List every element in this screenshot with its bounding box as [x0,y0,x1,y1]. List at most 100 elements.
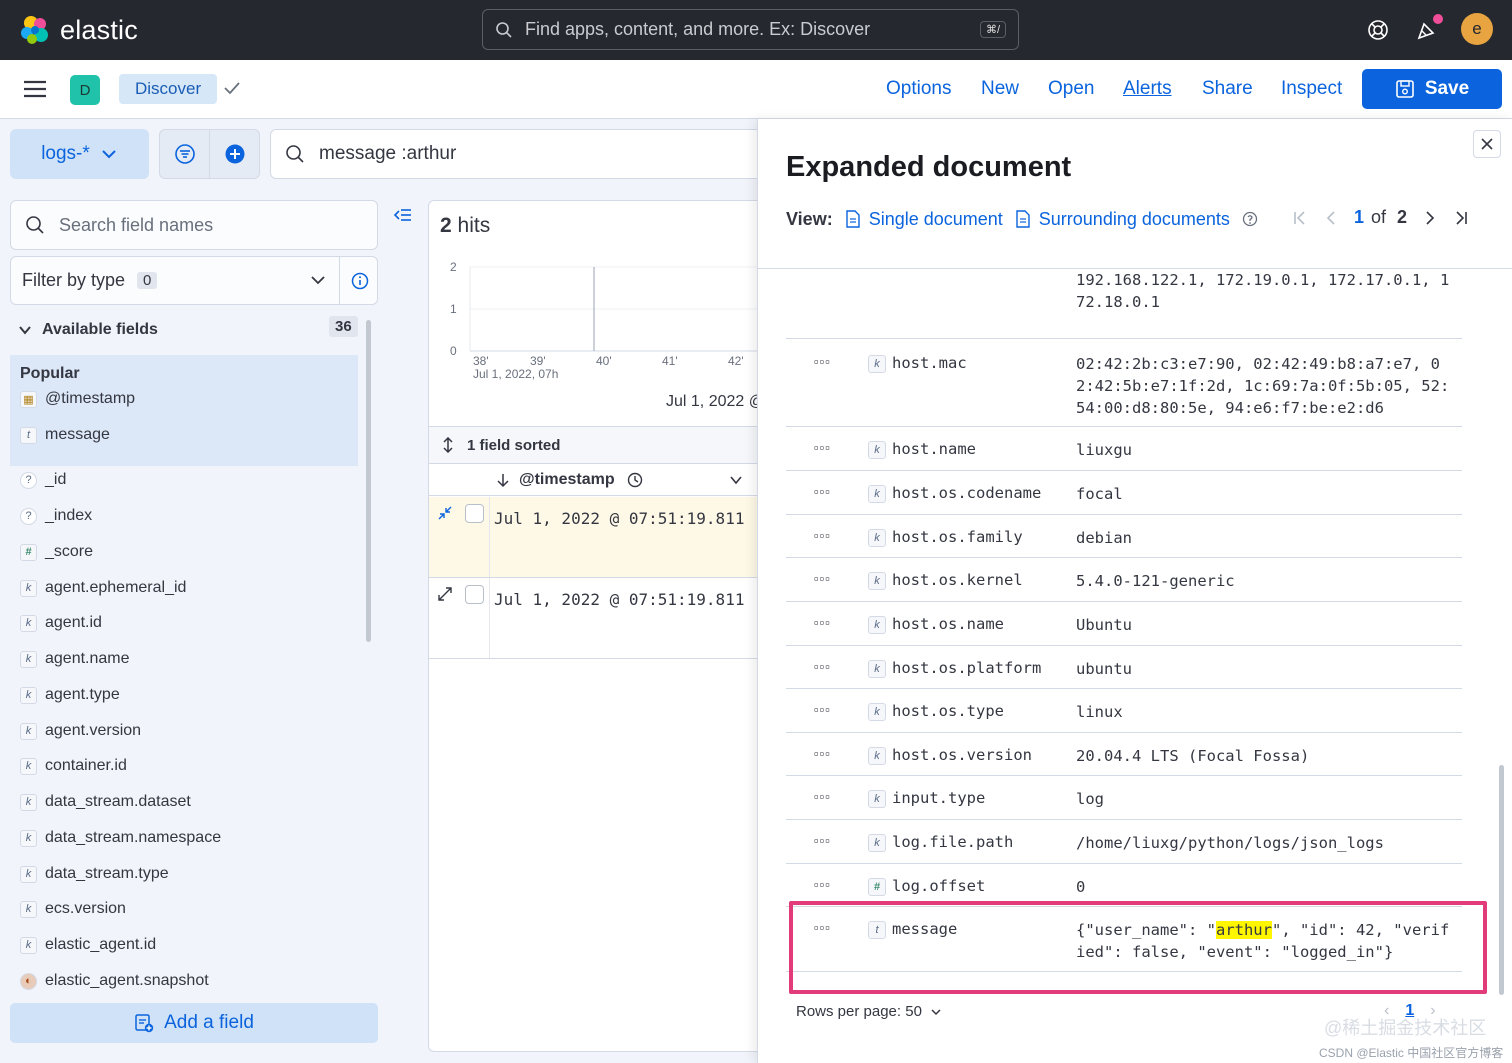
chevron-down-icon[interactable] [729,473,743,487]
elastic-logo[interactable]: elastic [18,12,138,48]
open-link[interactable]: Open [1048,78,1094,100]
next-page-icon[interactable] [1422,210,1438,226]
keyword-field-icon: k [20,793,37,811]
row-actions-icon[interactable]: ▫▫▫ [814,615,831,630]
close-flyout-button[interactable] [1473,130,1501,158]
row-checkbox[interactable] [465,504,484,523]
sort-fields-button[interactable]: 1 field sorted [429,426,757,464]
row-actions-icon[interactable]: ▫▫▫ [814,659,831,674]
field-item[interactable]: k agent.id [20,610,102,636]
available-fields-toggle[interactable]: Available fields 36 [18,316,358,342]
document-field-row[interactable]: ▫▫▫ k host.name liuxgu [786,427,1462,471]
field-item[interactable]: k ecs.version [20,896,126,922]
global-search-input[interactable]: Find apps, content, and more. Ex: Discov… [482,9,1019,50]
document-field-row[interactable]: ▫▫▫ k host.os.version 20.04.4 LTS (Focal Fo… [786,733,1462,776]
field-item-message[interactable]: t message [20,422,110,448]
document-field-row[interactable]: ▫▫▫ k host.os.kernel 5.4.0-121-generic [786,558,1462,602]
row-checkbox[interactable] [465,585,484,604]
single-document-link[interactable]: Single document [869,209,1003,230]
saved-query-button[interactable] [160,130,210,178]
row-actions-icon[interactable]: ▫▫▫ [814,484,831,499]
save-button[interactable]: Save [1362,69,1502,109]
field-item[interactable]: k agent.version [20,718,141,744]
sidebar-scrollbar[interactable] [366,320,371,642]
document-field-row[interactable]: ▫▫▫ k host.os.name Ubuntu [786,602,1462,646]
boolean-field-icon: ◐ [20,972,37,990]
collapse-sidebar-icon[interactable] [393,205,413,225]
add-filter-button[interactable] [210,130,259,178]
field-value: 02:42:2b:c3:e7:90, 02:42:49:b8:a7:e7, 02… [1076,355,1450,417]
row-actions-icon[interactable]: ▫▫▫ [814,833,831,848]
search-shortcut-badge: ⌘/ [979,21,1006,38]
field-search-input[interactable]: Search field names [10,200,378,250]
inspect-link[interactable]: Inspect [1281,78,1342,100]
hits-counter: 2 hits [440,214,490,238]
document-field-row[interactable]: ▫▫▫ k host.os.platform ubuntu [786,646,1462,689]
field-item[interactable]: k data_stream.dataset [20,789,191,815]
row-actions-icon[interactable]: ▫▫▫ [814,528,831,543]
field-item[interactable]: ? _id [20,467,66,493]
field-item[interactable]: # _score [20,539,93,565]
first-page-icon[interactable] [1292,210,1308,226]
previous-page-icon[interactable] [1323,210,1339,226]
alerts-link[interactable]: Alerts [1123,78,1172,100]
field-item[interactable]: ? _index [20,503,92,529]
field-item[interactable]: k data_stream.type [20,861,169,887]
row-actions-icon[interactable]: ▫▫▫ [814,354,831,369]
field-item[interactable]: k elastic_agent.id [20,932,156,958]
new-link[interactable]: New [981,78,1019,100]
field-item[interactable]: k container.id [20,753,127,779]
menu-toggle-icon[interactable] [22,76,48,102]
field-item-timestamp[interactable]: ▦ @timestamp [20,386,135,412]
row-actions-icon[interactable]: ▫▫▫ [814,440,831,455]
table-row[interactable]: Jul 1, 2022 @ 07:51:19.811 [429,497,757,578]
chevron-down-icon [311,276,325,285]
document-field-row[interactable]: ▫▫▫ k host.mac 02:42:2b:c3:e7:90, 02:42:49:… [786,339,1462,427]
add-field-button[interactable]: Add a field [10,1003,378,1043]
document-field-row[interactable]: ▫▫▫ k log.file.path/home/liuxg/python/logs… [786,820,1462,864]
row-actions-icon[interactable]: ▫▫▫ [814,702,831,717]
row-actions-icon[interactable]: ▫▫▫ [814,571,831,586]
document-field-row[interactable]: ▫▫▫ k input.type log [786,776,1462,820]
field-name: host.os.kernel [892,571,1023,589]
help-icon[interactable] [1362,14,1394,46]
field-item[interactable]: k data_stream.namespace [20,825,221,851]
field-item[interactable]: k agent.type [20,682,120,708]
filter-by-type-dropdown[interactable]: Filter by type 0 [10,256,378,305]
document-field-row[interactable]: ▫▫▫⊞host.ip192.168.0.4, fe80::76dc:60a9:… [786,269,1462,339]
query-bar-input[interactable]: message :arthur [270,129,760,179]
keyword-field-icon: k [20,579,37,597]
data-view-picker[interactable]: logs-* [10,129,149,179]
info-button[interactable] [339,257,379,304]
rows-per-page-selector[interactable]: Rows per page: 50 [796,1003,942,1020]
field-name: data_stream.type [45,865,169,882]
table-row[interactable]: Jul 1, 2022 @ 07:51:19.811 [429,578,757,659]
expand-row-icon[interactable] [437,586,453,602]
collapse-row-icon[interactable] [437,505,453,521]
cell-divider [489,578,490,658]
help-icon[interactable] [1242,211,1258,227]
user-avatar[interactable]: e [1461,13,1493,45]
row-actions-icon[interactable]: ▫▫▫ [814,746,831,761]
column-header-timestamp[interactable]: @timestamp [429,464,757,496]
field-name: host.os.name [892,615,1004,633]
row-actions-icon[interactable]: ▫▫▫ [814,877,831,892]
document-field-row[interactable]: ▫▫▫ k host.os.type linux [786,689,1462,733]
add-field-label: Add a field [164,1012,254,1033]
options-link[interactable]: Options [886,78,951,100]
check-icon [222,78,242,98]
field-item[interactable]: ◐ elastic_agent.snapshot [20,968,209,994]
field-item[interactable]: k agent.name [20,646,130,672]
row-actions-icon[interactable]: ▫▫▫ [814,789,831,804]
news-feed-icon[interactable] [1411,14,1443,46]
breadcrumb-discover[interactable]: Discover [119,74,218,104]
document-field-row[interactable]: ▫▫▫ k host.os.codename focal [786,471,1462,515]
flyout-scrollbar[interactable] [1499,765,1504,995]
document-field-row[interactable]: ▫▫▫ k host.os.family debian [786,515,1462,558]
field-name: _score [45,543,94,560]
last-page-icon[interactable] [1453,210,1469,226]
space-avatar[interactable]: D [70,75,100,105]
surrounding-documents-link[interactable]: Surrounding documents [1039,209,1230,230]
field-item[interactable]: k agent.ephemeral_id [20,575,186,601]
share-link[interactable]: Share [1202,78,1253,100]
